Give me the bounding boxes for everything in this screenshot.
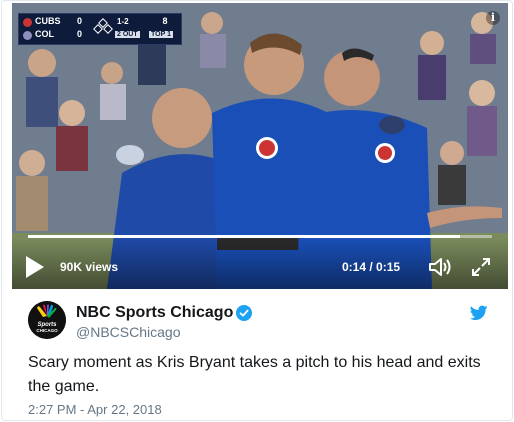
info-icon[interactable]: i [486,11,500,25]
cubs-logo-icon [23,18,32,27]
ball-strike-count: 1-2 [117,17,129,26]
twitter-bird-icon[interactable] [470,305,488,321]
rockies-logo-icon [23,31,32,40]
away-score: 0 [77,16,83,26]
avatar[interactable]: Sports CHICAGO [28,301,66,339]
tweet-text: Scary moment as Kris Bryant takes a pitc… [28,354,481,395]
video-progress-bar[interactable] [28,235,492,238]
tweet-card: CUBS 0 COL 0 1-2 2 OUT 8 TOP 1 i 90K vie… [1,0,513,421]
play-icon[interactable] [26,256,44,278]
bases-diamond-icon [93,18,113,34]
home-team: COL [35,29,54,39]
avatar-label: CHICAGO [36,328,58,333]
inning: TOP 1 [149,31,173,38]
pitch-count: 8 [162,16,168,26]
video-player[interactable]: CUBS 0 COL 0 1-2 2 OUT 8 TOP 1 i 90K vie… [12,3,508,289]
author-name[interactable]: NBC Sports Chicago [76,304,233,322]
fullscreen-icon[interactable] [470,256,492,278]
video-time: 0:14 / 0:15 [342,260,401,274]
volume-icon[interactable] [428,256,452,278]
verified-badge-icon [236,305,252,321]
outs: 2 OUT [115,31,140,38]
home-score: 0 [77,29,83,39]
video-progress-fill [28,235,460,238]
scorebug: CUBS 0 COL 0 1-2 2 OUT 8 TOP 1 [18,13,182,45]
tweet-timestamp[interactable]: 2:27 PM - Apr 22, 2018 [28,402,162,417]
author-handle[interactable]: @NBCSChicago [76,324,180,340]
video-controls: 90K views 0:14 / 0:15 [12,238,508,289]
nbc-peacock-logo-icon: Sports CHICAGO [28,301,66,339]
view-count: 90K views [60,260,119,274]
away-team: CUBS [35,16,61,26]
